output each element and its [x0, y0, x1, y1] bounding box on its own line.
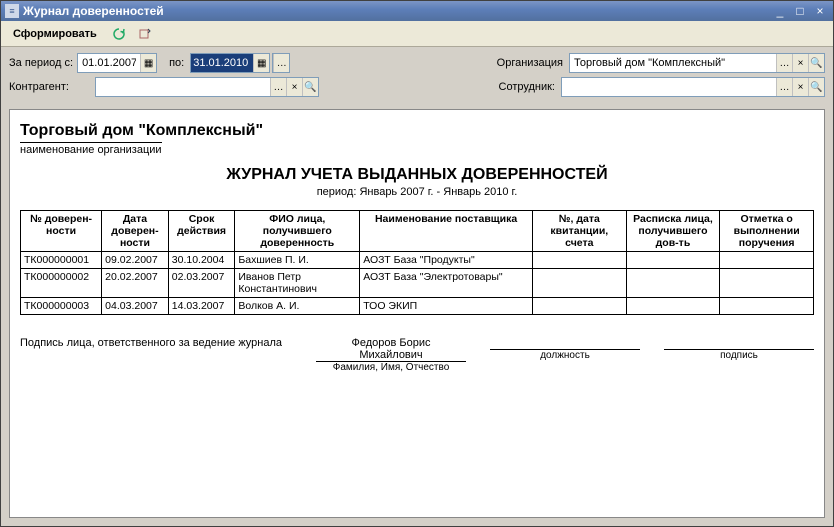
col-header: Отметка о выполнении поручения	[720, 211, 814, 252]
organization-input[interactable]	[570, 54, 776, 72]
signature-sign-caption: подпись	[664, 350, 814, 361]
cell	[532, 269, 626, 298]
col-header: Срок действия	[168, 211, 235, 252]
titlebar: ≡ Журнал доверенностей _ □ ×	[1, 1, 833, 21]
employee-input[interactable]	[562, 78, 776, 96]
report-area: Торговый дом "Комплексный" наименование …	[9, 109, 825, 518]
cell: Бахшиев П. И.	[235, 252, 360, 269]
cell: Волков А. И.	[235, 298, 360, 315]
contractor-label: Контрагент:	[9, 81, 77, 93]
cell	[626, 298, 720, 315]
cell	[720, 269, 814, 298]
table-row: ТК000000002 20.02.2007 02.03.2007 Иванов…	[21, 269, 814, 298]
search-icon[interactable]: 🔍	[808, 78, 824, 96]
period-to-label: по:	[169, 57, 184, 69]
refresh-icon[interactable]	[109, 24, 129, 44]
cell: ТК000000002	[21, 269, 102, 298]
form-button[interactable]: Сформировать	[7, 26, 103, 42]
cell	[532, 298, 626, 315]
clear-button[interactable]: ×	[792, 54, 808, 72]
period-picker-button[interactable]: …	[273, 54, 289, 72]
clear-button[interactable]: ×	[792, 78, 808, 96]
toolbar: Сформировать	[1, 21, 833, 47]
lookup-button[interactable]: …	[776, 78, 792, 96]
cell: Иванов Петр Константинович	[235, 269, 360, 298]
report-table: № доверен-ности Дата доверен-ности Срок …	[20, 210, 814, 315]
filters-panel: За период с: ▦ по: 31.01.2010 ▦ … Органи…	[1, 47, 833, 109]
signature-label: Подпись лица, ответственного за ведение …	[20, 337, 316, 373]
cell: ТОО ЭКИП	[360, 298, 533, 315]
search-icon[interactable]: 🔍	[808, 54, 824, 72]
maximize-button[interactable]: □	[791, 3, 809, 19]
signature-name: Федоров Борис Михайлович	[316, 337, 466, 362]
cell: ТК000000003	[21, 298, 102, 315]
employee-label: Сотрудник:	[499, 81, 556, 93]
window-title: Журнал доверенностей	[23, 4, 769, 18]
signature-name-caption: Фамилия, Имя, Отчество	[316, 362, 466, 373]
col-header: Наименование поставщика	[360, 211, 533, 252]
cell: 09.02.2007	[102, 252, 169, 269]
col-header: Дата доверен-ности	[102, 211, 169, 252]
cell	[720, 298, 814, 315]
col-header: № доверен-ности	[21, 211, 102, 252]
cell: 20.02.2007	[102, 269, 169, 298]
settings-icon[interactable]	[135, 24, 155, 44]
lookup-button[interactable]: …	[270, 78, 286, 96]
lookup-button[interactable]: …	[776, 54, 792, 72]
report-period: период: Январь 2007 г. - Январь 2010 г.	[20, 186, 814, 198]
table-row: ТК000000001 09.02.2007 30.10.2004 Бахшие…	[21, 252, 814, 269]
org-name-caption: наименование организации	[20, 142, 162, 156]
col-header: ФИО лица, получившего доверенность	[235, 211, 360, 252]
cell	[626, 269, 720, 298]
organization-label: Организация	[497, 57, 563, 69]
clear-button[interactable]: ×	[286, 78, 302, 96]
signature-row: Подпись лица, ответственного за ведение …	[20, 337, 814, 373]
date-from-field: ▦	[77, 53, 157, 73]
table-row: ТК000000003 04.03.2007 14.03.2007 Волков…	[21, 298, 814, 315]
cell: АОЗТ База "Электротовары"	[360, 269, 533, 298]
minimize-button[interactable]: _	[771, 3, 789, 19]
signature-sign	[664, 337, 814, 350]
col-header: №, дата квитанции, счета	[532, 211, 626, 252]
cell: ТК000000001	[21, 252, 102, 269]
period-from-label: За период с:	[9, 57, 73, 69]
cell	[626, 252, 720, 269]
signature-position-caption: должность	[490, 350, 640, 361]
search-icon[interactable]: 🔍	[302, 78, 318, 96]
cell: 02.03.2007	[168, 269, 235, 298]
calendar-icon[interactable]: ▦	[253, 54, 269, 72]
cell	[532, 252, 626, 269]
date-to-field: 31.01.2010 ▦	[190, 53, 270, 73]
date-to-input[interactable]: 31.01.2010	[191, 54, 253, 72]
cell: 30.10.2004	[168, 252, 235, 269]
contractor-field: … × 🔍	[95, 77, 319, 97]
cell: АОЗТ База "Продукты"	[360, 252, 533, 269]
organization-field: … × 🔍	[569, 53, 825, 73]
cell: 04.03.2007	[102, 298, 169, 315]
employee-field: … × 🔍	[561, 77, 825, 97]
col-header: Расписка лица, получившего дов-ть	[626, 211, 720, 252]
cell	[720, 252, 814, 269]
signature-block: Федоров Борис Михайлович Фамилия, Имя, О…	[316, 337, 814, 373]
app-icon: ≡	[5, 4, 19, 18]
table-header-row: № доверен-ности Дата доверен-ности Срок …	[21, 211, 814, 252]
signature-position	[490, 337, 640, 350]
cell: 14.03.2007	[168, 298, 235, 315]
date-from-input[interactable]	[78, 54, 140, 72]
org-name: Торговый дом "Комплексный"	[20, 122, 814, 140]
app-window: ≡ Журнал доверенностей _ □ × Сформироват…	[0, 0, 834, 527]
calendar-icon[interactable]: ▦	[140, 54, 156, 72]
report-title: ЖУРНАЛ УЧЕТА ВЫДАННЫХ ДОВЕРЕННОСТЕЙ	[20, 166, 814, 184]
contractor-input[interactable]	[96, 78, 270, 96]
close-button[interactable]: ×	[811, 3, 829, 19]
